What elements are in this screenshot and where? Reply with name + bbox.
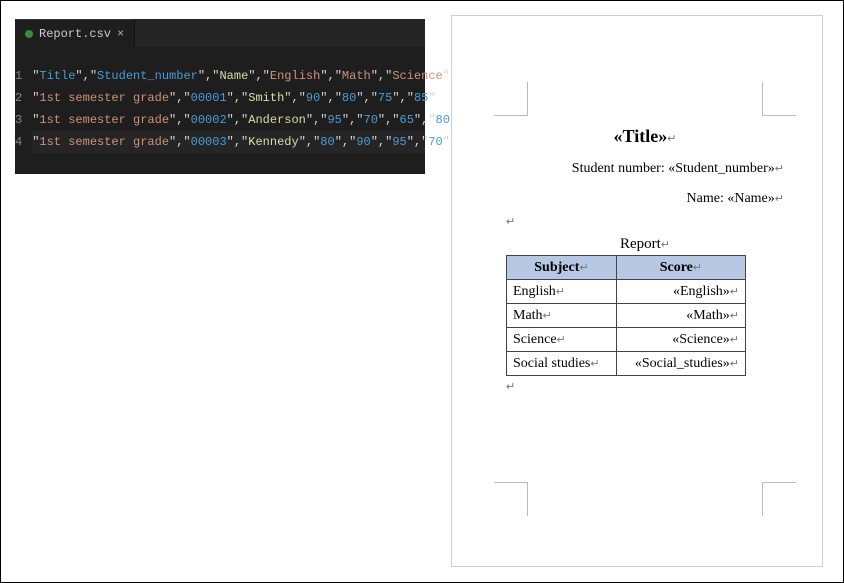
table-row: Social studies↵«Social_studies»↵ xyxy=(507,352,746,376)
score-merge-field: «Social_studies»↵ xyxy=(616,352,745,376)
student-number-merge-field: «Student_number» xyxy=(668,161,775,176)
subject-cell: Science↵ xyxy=(507,328,617,352)
title-merge-field: «Title» xyxy=(614,126,668,146)
tab-label: Report.csv xyxy=(39,27,111,41)
name-label: Name: xyxy=(687,191,728,206)
line-number: 1 xyxy=(15,65,22,87)
line-number: 3 xyxy=(15,109,22,131)
code-editor[interactable]: Report.csv × 1234 "Title","Student_numbe… xyxy=(15,19,425,174)
name-merge-field: «Name» xyxy=(727,191,774,206)
tab-bar: Report.csv × xyxy=(15,19,425,47)
paragraph-mark: ↵ xyxy=(775,163,784,175)
table-row: Science↵«Science»↵ xyxy=(507,328,746,352)
table-row: English↵«English»↵ xyxy=(507,280,746,304)
document-content: «Title»↵ Student number: «Student_number… xyxy=(506,126,784,393)
subject-cell: Math↵ xyxy=(507,304,617,328)
crop-mark-tl xyxy=(494,82,528,116)
name-line: Name: «Name»↵ xyxy=(506,191,784,207)
paragraph-mark: ↵ xyxy=(775,193,784,205)
line-number-gutter: 1234 xyxy=(15,65,32,153)
subject-cell: Social studies↵ xyxy=(507,352,617,376)
line-number: 4 xyxy=(15,131,22,153)
file-icon xyxy=(25,30,33,38)
header-subject: Subject↵ xyxy=(507,256,617,280)
paragraph-mark: ↵ xyxy=(667,133,676,145)
score-merge-field: «Science»↵ xyxy=(616,328,745,352)
table-row: Math↵«Math»↵ xyxy=(507,304,746,328)
title-line: «Title»↵ xyxy=(506,126,784,147)
crop-mark-br xyxy=(762,482,796,516)
empty-paragraph: ↵ xyxy=(506,380,784,393)
subject-cell: English↵ xyxy=(507,280,617,304)
paragraph-mark: ↵ xyxy=(661,239,670,251)
report-label: Report↵ xyxy=(506,236,784,253)
report-table: Subject↵ Score↵ English↵«English»↵Math↵«… xyxy=(506,255,746,376)
screenshot-root: Report.csv × 1234 "Title","Student_numbe… xyxy=(0,0,844,583)
crop-mark-bl xyxy=(494,482,528,516)
crop-mark-tr xyxy=(762,82,796,116)
close-icon[interactable]: × xyxy=(117,27,124,41)
tab-report-csv[interactable]: Report.csv × xyxy=(15,19,135,47)
student-number-label: Student number: xyxy=(572,161,668,176)
score-merge-field: «English»↵ xyxy=(616,280,745,304)
document-page: «Title»↵ Student number: «Student_number… xyxy=(451,15,823,567)
score-merge-field: «Math»↵ xyxy=(616,304,745,328)
student-number-line: Student number: «Student_number»↵ xyxy=(506,161,784,177)
header-score: Score↵ xyxy=(616,256,745,280)
line-number: 2 xyxy=(15,87,22,109)
empty-paragraph: ↵ xyxy=(506,215,784,228)
